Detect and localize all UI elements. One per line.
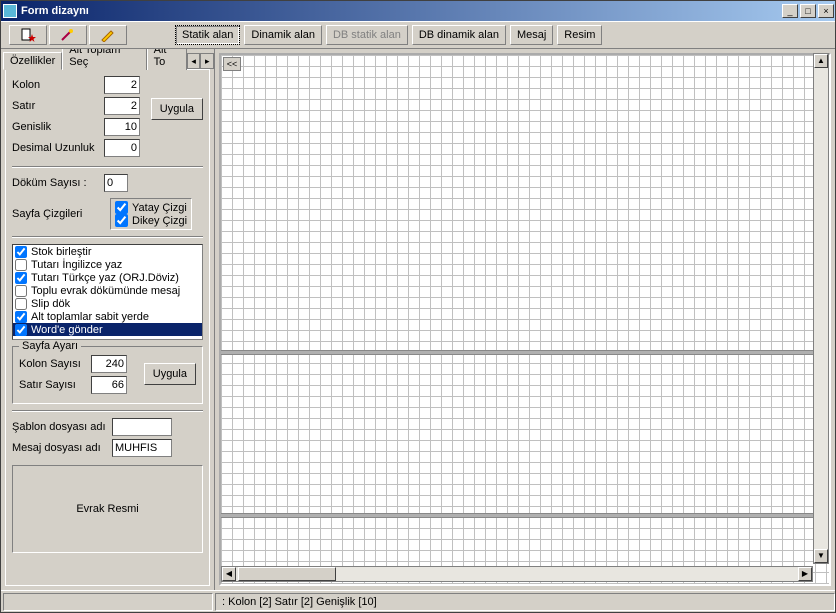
option-checkbox[interactable] <box>15 311 27 323</box>
option-label: Stok birleştir <box>31 246 92 258</box>
list-item[interactable]: Alt toplamlar sabit yerde <box>13 310 202 323</box>
window-controls: _ □ × <box>781 2 835 20</box>
mesaj-dosya-label: Mesaj dosyası adı <box>12 442 112 454</box>
list-item[interactable]: Slip dök <box>13 297 202 310</box>
maximize-button[interactable]: □ <box>800 4 816 18</box>
canvas-area: << ▲ ▼ ◀ ▶ <box>215 49 835 590</box>
db-statik-alan-button: DB statik alan <box>326 25 408 45</box>
desimal-label: Desimal Uzunluk <box>12 142 104 154</box>
option-label: Slip dök <box>31 298 70 310</box>
evrak-resmi-box[interactable]: Evrak Resmi <box>12 465 203 553</box>
tab-alt-toplam[interactable]: Alt Toplam Seç <box>62 49 146 70</box>
list-item[interactable]: Tutarı Türkçe yaz (ORJ.Döviz) <box>13 271 202 284</box>
toolbar-pencil-icon[interactable] <box>89 25 127 45</box>
dinamik-alan-button[interactable]: Dinamik alan <box>244 25 322 45</box>
window-title: Form dizaynı <box>21 5 89 17</box>
genislik-input[interactable] <box>104 118 140 136</box>
yatay-checkbox[interactable] <box>115 201 128 214</box>
status-cell-1 <box>3 593 213 611</box>
option-checkbox[interactable] <box>15 324 27 336</box>
sablon-input[interactable] <box>112 418 172 436</box>
kolon-input[interactable] <box>104 76 140 94</box>
tab-scroll-left[interactable]: ◂ <box>187 53 201 69</box>
left-panel: Özellikler Alt Toplam Seç Alt To ◂ ▸ Kol… <box>1 49 215 590</box>
status-bar: : Kolon [2] Satır [2] Genişlik [10] <box>1 590 835 612</box>
sayfa-ayari-group: Sayfa Ayarı Kolon Sayısı Satır Sayısı Uy… <box>12 346 203 404</box>
properties-panel: Kolon Satır Genislik Desimal Uzunluk Uyg… <box>5 69 210 586</box>
option-label: Alt toplamlar sabit yerde <box>31 311 149 323</box>
option-checkbox[interactable] <box>15 298 27 310</box>
option-checkbox[interactable] <box>15 246 27 258</box>
apply-button-1[interactable]: Uygula <box>151 98 203 120</box>
tab-alt-to[interactable]: Alt To <box>147 49 187 70</box>
app-window: Form dizaynı _ □ × Statik alan Dinamik a… <box>0 0 836 613</box>
minimize-button[interactable]: _ <box>782 4 798 18</box>
sayfa-cizgileri-label: Sayfa Çizgileri <box>12 208 104 220</box>
apply-button-2[interactable]: Uygula <box>144 363 196 385</box>
titlebar: Form dizaynı _ □ × <box>1 1 835 21</box>
options-list[interactable]: Stok birleştirTutarı İngilizce yazTutarı… <box>12 244 203 340</box>
toolbar: Statik alan Dinamik alan DB statik alan … <box>1 21 835 49</box>
option-label: Word'e gönder <box>31 324 103 336</box>
pencil-icon <box>100 28 116 42</box>
status-text: : Kolon [2] Satır [2] Genişlik [10] <box>215 593 835 611</box>
scroll-right-icon[interactable]: ▶ <box>798 567 812 581</box>
canvas-corner-button[interactable]: << <box>223 57 241 71</box>
scroll-thumb[interactable] <box>238 567 336 581</box>
close-button[interactable]: × <box>818 4 834 18</box>
resim-button[interactable]: Resim <box>557 25 602 45</box>
desimal-input[interactable] <box>104 139 140 157</box>
scroll-up-icon[interactable]: ▲ <box>814 54 828 68</box>
kolon-label: Kolon <box>12 79 104 91</box>
toolbar-wand-icon[interactable] <box>49 25 87 45</box>
option-checkbox[interactable] <box>15 285 27 297</box>
kolon-sayisi-label: Kolon Sayısı <box>19 358 91 370</box>
option-label: Tutarı Türkçe yaz (ORJ.Döviz) <box>31 272 179 284</box>
option-checkbox[interactable] <box>15 272 27 284</box>
app-icon <box>3 4 17 18</box>
list-item[interactable]: Toplu evrak dökümünde mesaj <box>13 284 202 297</box>
genislik-label: Genislik <box>12 121 104 133</box>
tab-strip: Özellikler Alt Toplam Seç Alt To ◂ ▸ <box>1 49 214 69</box>
satir-sayisi-input[interactable] <box>91 376 127 394</box>
sablon-label: Şablon dosyası adı <box>12 421 112 433</box>
tab-scroll-right[interactable]: ▸ <box>200 53 214 69</box>
dokum-input[interactable] <box>104 174 128 192</box>
satir-input[interactable] <box>104 97 140 115</box>
tab-ozellikler[interactable]: Özellikler <box>3 52 62 70</box>
mesaj-button[interactable]: Mesaj <box>510 25 553 45</box>
statik-alan-button[interactable]: Statik alan <box>175 25 240 45</box>
sayfa-ayari-legend: Sayfa Ayarı <box>19 340 81 352</box>
satir-sayisi-label: Satır Sayısı <box>19 379 91 391</box>
mesaj-input[interactable] <box>112 439 172 457</box>
document-star-icon <box>20 28 36 42</box>
list-item[interactable]: Word'e gönder <box>13 323 202 336</box>
kolon-sayisi-input[interactable] <box>91 355 127 373</box>
option-checkbox[interactable] <box>15 259 27 271</box>
list-item[interactable]: Tutarı İngilizce yaz <box>13 258 202 271</box>
list-item[interactable]: Stok birleştir <box>13 245 202 258</box>
satir-label: Satır <box>12 100 104 112</box>
dokum-label: Döküm Sayısı : <box>12 177 104 189</box>
dikey-label: Dikey Çizgi <box>132 215 187 227</box>
option-label: Tutarı İngilizce yaz <box>31 259 122 271</box>
dikey-checkbox[interactable] <box>115 214 128 227</box>
evrak-label: Evrak Resmi <box>76 503 138 515</box>
toolbar-new-icon[interactable] <box>9 25 47 45</box>
db-dinamik-alan-button[interactable]: DB dinamik alan <box>412 25 506 45</box>
vertical-scrollbar[interactable]: ▲ ▼ <box>813 53 829 564</box>
scroll-left-icon[interactable]: ◀ <box>222 567 236 581</box>
yatay-label: Yatay Çizgi <box>132 202 187 214</box>
option-label: Toplu evrak dökümünde mesaj <box>31 285 180 297</box>
wand-icon <box>60 28 76 42</box>
horizontal-scrollbar[interactable]: ◀ ▶ <box>221 566 813 582</box>
design-grid[interactable]: << <box>219 53 831 586</box>
scroll-down-icon[interactable]: ▼ <box>814 549 828 563</box>
